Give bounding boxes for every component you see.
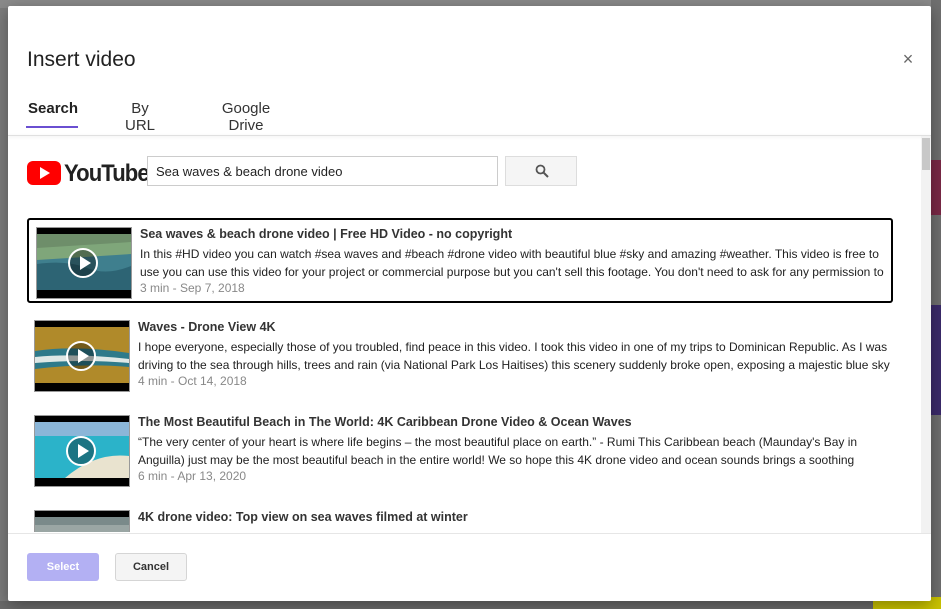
dialog-title: Insert video (27, 48, 136, 71)
result-item[interactable]: The Most Beautiful Beach in The World: 4… (27, 408, 893, 493)
tab-by-url[interactable]: By URL (116, 94, 164, 134)
scrollbar-thumb[interactable] (922, 138, 930, 170)
result-item[interactable]: Sea waves & beach drone video | Free HD … (27, 218, 893, 303)
footer-divider (8, 533, 931, 534)
result-description: In this #HD video you can watch #sea wav… (140, 247, 884, 279)
tab-divider (8, 135, 931, 136)
background-app-slide-accent (931, 160, 941, 215)
video-thumbnail (36, 227, 132, 299)
result-meta: 6 min - Apr 13, 2020 (138, 469, 247, 483)
youtube-play-icon (27, 161, 61, 185)
result-description: “The very center of your heart is where … (138, 435, 858, 467)
result-meta: 4 min - Oct 14, 2018 (138, 374, 247, 388)
tab-search[interactable]: Search (26, 94, 78, 134)
search-input[interactable] (147, 156, 498, 186)
play-icon (68, 248, 98, 278)
youtube-logo: YouTube (27, 160, 150, 187)
result-description: I hope everyone, especially those of you… (138, 340, 890, 372)
result-item[interactable]: Waves - Drone View 4K I hope everyone, e… (27, 313, 893, 398)
play-icon (66, 436, 96, 466)
result-title: The Most Beautiful Beach in The World: 4… (138, 415, 632, 429)
results-scrollbar[interactable] (921, 136, 931, 533)
video-thumbnail (34, 510, 130, 532)
play-icon (66, 341, 96, 371)
background-app-footer (0, 601, 941, 609)
tab-google-drive[interactable]: Google Drive (204, 94, 288, 134)
youtube-logo-text: YouTube (64, 160, 150, 187)
insert-video-dialog: Insert video × Search By URL Google Driv… (8, 6, 931, 601)
result-title: Waves - Drone View 4K (138, 320, 276, 334)
search-button[interactable] (505, 156, 577, 186)
result-meta: 3 min - Sep 7, 2018 (140, 281, 245, 295)
cancel-button[interactable]: Cancel (115, 553, 187, 581)
select-button[interactable]: Select (27, 553, 99, 581)
search-icon (535, 164, 549, 178)
result-item[interactable]: 4K drone video: Top view on sea waves fi… (27, 503, 893, 532)
video-thumbnail (34, 415, 130, 487)
result-title: 4K drone video: Top view on sea waves fi… (138, 510, 468, 524)
video-thumbnail (34, 320, 130, 392)
results-list: Sea waves & beach drone video | Free HD … (27, 218, 897, 532)
result-title: Sea waves & beach drone video | Free HD … (140, 227, 513, 241)
close-icon[interactable]: × (899, 50, 917, 68)
background-app-slide-accent-2 (931, 305, 941, 415)
